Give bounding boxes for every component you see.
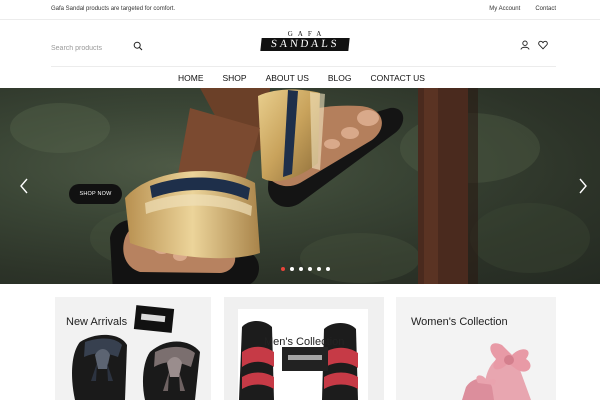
heart-icon[interactable]: [538, 37, 548, 50]
nav-blog[interactable]: BLOG: [328, 73, 352, 83]
card-title: New Arrivals: [66, 316, 128, 328]
search-icon[interactable]: [133, 38, 143, 51]
nav-shop[interactable]: SHOP: [223, 73, 247, 83]
card-title: Men's Collection: [264, 336, 345, 348]
search-box: [51, 37, 143, 55]
nav-home[interactable]: HOME: [178, 73, 204, 83]
site-logo[interactable]: GAFA SANDALS: [260, 30, 350, 53]
top-bar: Gafa Sandal products are targeted for co…: [0, 0, 600, 20]
slider-dots: [281, 267, 330, 271]
logo-bottom-text: SANDALS: [260, 38, 350, 51]
collection-card-womens[interactable]: Women's Collection: [396, 297, 556, 400]
womens-collection-image: [396, 297, 556, 400]
my-account-link[interactable]: My Account: [489, 6, 520, 12]
slider-dot[interactable]: [317, 267, 321, 271]
nav-about-us[interactable]: ABOUT US: [266, 73, 309, 83]
shop-now-button[interactable]: SHOP NOW: [69, 184, 122, 204]
chevron-right-icon[interactable]: [578, 178, 588, 194]
header-icons: [520, 37, 548, 50]
chevron-left-icon[interactable]: [19, 178, 29, 194]
logo-top-text: GAFA: [287, 30, 327, 38]
nav-contact-us[interactable]: CONTACT US: [371, 73, 425, 83]
collection-card-new-arrivals[interactable]: New Arrivals: [55, 297, 211, 400]
slider-dot[interactable]: [326, 267, 330, 271]
slider-dot[interactable]: [299, 267, 303, 271]
slider-dot[interactable]: [281, 267, 285, 271]
collection-card-mens[interactable]: Men's Collection: [224, 297, 384, 400]
user-icon[interactable]: [520, 37, 530, 50]
mens-collection-image: [224, 297, 384, 400]
top-links: My Account Contact: [489, 6, 556, 12]
card-title: Women's Collection: [411, 316, 508, 328]
search-input[interactable]: [51, 42, 127, 55]
slider-dot[interactable]: [308, 267, 312, 271]
announcement-text: Gafa Sandal products are targeted for co…: [51, 6, 176, 12]
main-nav: HOME SHOP ABOUT US BLOG CONTACT US: [0, 67, 600, 88]
new-arrivals-image: [55, 297, 211, 400]
contact-link[interactable]: Contact: [535, 6, 556, 12]
site-header: GAFA SANDALS: [0, 20, 600, 66]
slider-dot[interactable]: [290, 267, 294, 271]
